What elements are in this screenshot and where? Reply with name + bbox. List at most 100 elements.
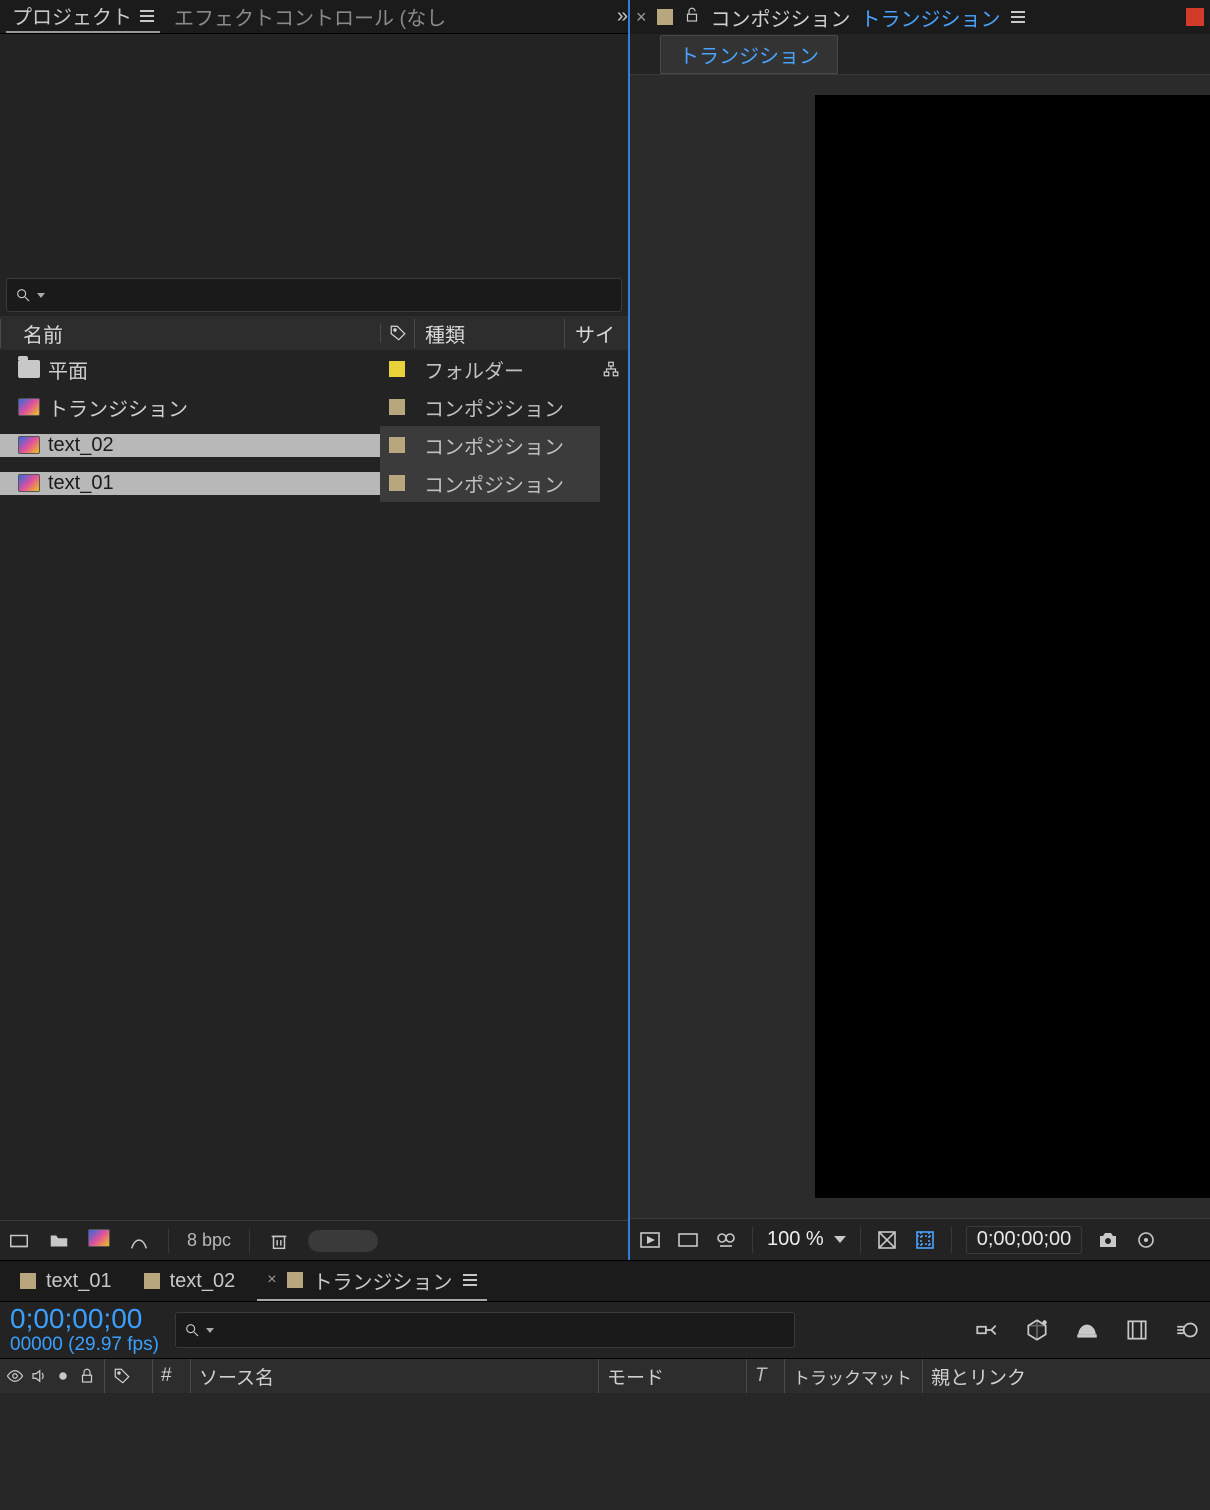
timecode-main: 0;00;00;00 [10,1304,159,1335]
timeline-layer-area[interactable] [0,1393,1210,1510]
project-panel: プロジェクト エフェクトコントロール (なし » 名前 種類 [0,0,630,1260]
column-header-t[interactable]: T [746,1359,776,1393]
column-header-name[interactable]: 名前 [0,319,380,348]
eye-icon[interactable] [6,1367,24,1385]
timeline-tab[interactable]: text_01 [10,1261,122,1301]
label-color-swatch[interactable] [389,361,405,377]
cache-indicator-icon [1186,8,1204,26]
flowchart-icon[interactable] [602,360,620,378]
frame-blend-icon[interactable] [1124,1317,1150,1343]
motion-blur-icon[interactable] [1174,1317,1200,1343]
viewer-tab-swatch [657,9,673,25]
project-row-type: コンポジション [414,393,564,422]
interpret-footage-icon[interactable] [8,1230,30,1252]
project-column-headers: 名前 種類 サイ [0,316,628,350]
lock-icon[interactable] [78,1367,96,1385]
tab-effect-controls[interactable]: エフェクトコントロール (なし [168,0,452,33]
resolution-icon[interactable] [875,1228,899,1252]
tab-project-label: プロジェクト [12,1,132,30]
column-header-trackmatte[interactable]: トラックマット [784,1359,914,1393]
project-bpc[interactable]: 8 bpc [187,1230,231,1251]
viewer-comp-name[interactable]: トランジション [861,3,1001,32]
viewer-comp-prefix: コンポジション [711,3,851,32]
viewer-time-display[interactable]: 0;00;00;00 [966,1226,1083,1254]
speaker-icon[interactable] [30,1367,48,1385]
tab-swatch [287,1272,303,1288]
viewer-panel-tabs: × コンポジション トランジション [630,0,1210,34]
column-header-parent[interactable]: 親とリンク [922,1359,1204,1393]
label-color-swatch[interactable] [389,399,405,415]
column-header-type[interactable]: 種類 [414,319,564,348]
show-snapshot-icon[interactable] [1134,1228,1158,1252]
timeline-tab-label: text_01 [46,1270,112,1293]
column-header-size[interactable]: サイ [564,319,628,348]
new-comp-icon[interactable] [88,1229,110,1252]
label-color-swatch[interactable] [389,437,405,453]
project-row-type: コンポジション [414,431,564,460]
project-panel-tabs: プロジェクト エフェクトコントロール (なし » [0,0,628,34]
comp-icon [18,398,40,416]
timeline-tab[interactable]: × トランジション [257,1261,486,1301]
timeline-timecode[interactable]: 0;00;00;00 00000 (29.97 fps) [10,1304,159,1356]
composition-canvas[interactable] [815,95,1210,1198]
tab-project[interactable]: プロジェクト [6,0,160,33]
tab-swatch [20,1273,36,1289]
toggle-transparency-icon[interactable] [676,1228,700,1252]
tab-effects-label: エフェクトコントロール (なし [174,2,446,31]
project-footer: 8 bpc [0,1220,628,1260]
solo-icon[interactable] [54,1367,72,1385]
viewer-lock-icon[interactable] [683,6,701,29]
timeline-panel: text_01 text_02 × トランジション 0;00;00;00 00000 … [0,1260,1210,1510]
chevron-down-icon [834,1236,846,1243]
column-header-mode[interactable]: モード [598,1359,738,1393]
timeline-tab-label: text_02 [170,1270,236,1293]
layer-switches-header [6,1359,96,1393]
panel-menu-icon[interactable] [463,1274,477,1286]
timeline-search-input[interactable] [175,1312,795,1348]
column-header-label[interactable] [380,324,414,342]
viewer-zoom-select[interactable]: 100 % [767,1228,846,1251]
search-icon [184,1322,200,1338]
project-row[interactable]: text_01コンポジション [0,464,628,502]
search-dropdown-icon[interactable] [206,1328,214,1333]
draft3d-icon[interactable] [1024,1317,1050,1343]
viewer-footer: 100 % 0;00;00;00 [630,1218,1210,1260]
project-row-name: text_02 [48,434,114,457]
label-color-swatch[interactable] [389,475,405,491]
timeline-tab[interactable]: text_02 [134,1261,246,1301]
project-row[interactable]: 平面 フォルダー [0,350,628,388]
viewer-breadcrumb-chip[interactable]: トランジション [660,35,838,74]
column-header-source[interactable]: ソース名 [190,1359,590,1393]
new-folder-icon[interactable] [48,1230,70,1252]
overflow-chevrons-icon[interactable]: » [617,5,622,28]
snapshot-icon[interactable] [1096,1228,1120,1252]
project-row-type: フォルダー [414,355,564,384]
project-preview-area [0,34,628,274]
tab-close-icon[interactable]: × [267,1271,276,1289]
comp-mini-flow-icon[interactable] [974,1317,1000,1343]
project-row[interactable]: トランジション コンポジション [0,388,628,426]
new-adjustment-icon[interactable] [128,1230,150,1252]
viewer-tab-close-icon[interactable]: × [636,7,647,28]
viewer-canvas-area[interactable] [630,74,1210,1218]
toggle-mask-icon[interactable] [714,1228,738,1252]
column-header-label-color[interactable] [104,1359,144,1393]
project-row-name: 平面 [48,355,88,384]
folder-icon [18,360,40,378]
panel-menu-icon[interactable] [140,10,154,22]
toggle-alpha-icon[interactable] [638,1228,662,1252]
column-header-index[interactable]: # [152,1359,182,1393]
delete-icon[interactable] [268,1230,290,1252]
region-of-interest-icon[interactable] [913,1228,937,1252]
search-dropdown-icon[interactable] [37,293,45,298]
project-row[interactable]: text_02 コンポジション [0,426,628,464]
viewer-breadcrumb-row: トランジション [630,34,1210,74]
timeline-tab-label: トランジション [313,1266,453,1295]
viewer-panel-menu-icon[interactable] [1011,11,1025,23]
project-search-input[interactable] [6,278,622,312]
project-item-list[interactable]: 平面フォルダートランジションコンポジションtext_02コンポジションtext_… [0,350,628,1220]
timeline-tabs: text_01 text_02 × トランジション [0,1261,1210,1301]
shy-icon[interactable] [1074,1317,1100,1343]
project-row-name: トランジション [48,393,188,422]
timecode-sub: 00000 (29.97 fps) [10,1335,159,1356]
